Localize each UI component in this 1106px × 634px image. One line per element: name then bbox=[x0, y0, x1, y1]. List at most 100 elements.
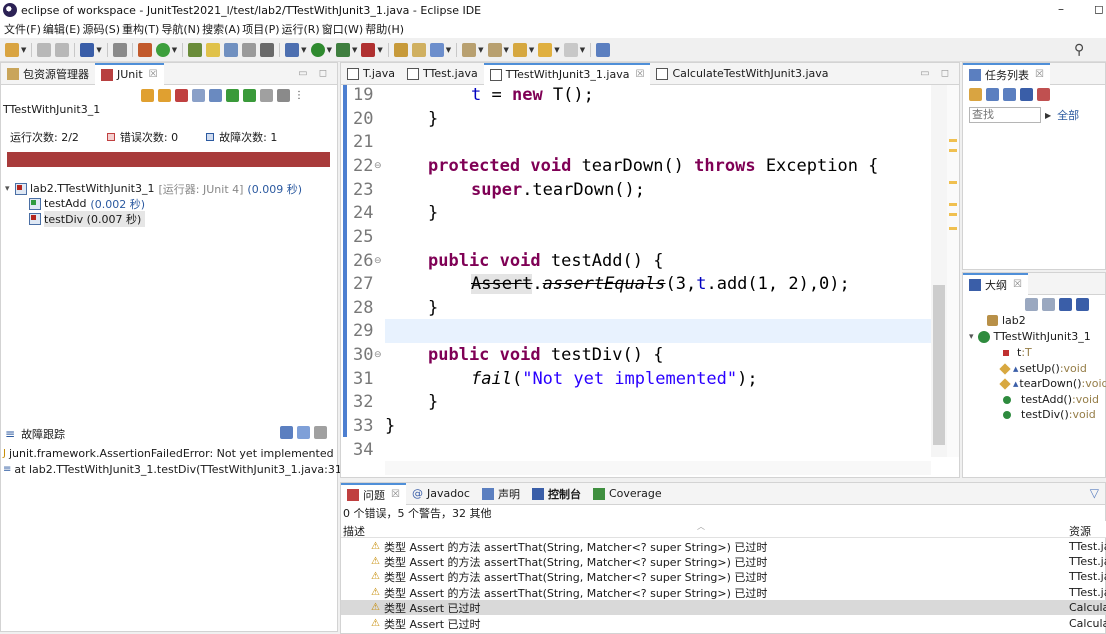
warning-marker[interactable] bbox=[949, 149, 957, 152]
hide-static-icon[interactable] bbox=[1076, 298, 1089, 311]
scroll-lock-icon[interactable] bbox=[192, 88, 205, 102]
rerun-icon[interactable] bbox=[226, 88, 239, 102]
tab-console[interactable]: 控制台 bbox=[526, 483, 587, 505]
highlight-icon[interactable] bbox=[206, 42, 221, 57]
save-all-icon[interactable] bbox=[55, 42, 70, 57]
filter-stack-icon[interactable] bbox=[297, 426, 310, 439]
terminal-icon[interactable] bbox=[80, 42, 95, 57]
prev-annotation-icon[interactable] bbox=[487, 42, 502, 57]
rerun-failed-icon[interactable] bbox=[243, 88, 256, 102]
package-icon[interactable] bbox=[137, 42, 152, 57]
layout-icon[interactable] bbox=[277, 88, 290, 102]
tab-coverage[interactable]: Coverage bbox=[587, 483, 668, 505]
tab-task-list[interactable]: 任务列表 ☒ bbox=[963, 62, 1050, 85]
minimize-button[interactable]: – bbox=[1058, 2, 1064, 16]
fold-icon[interactable]: ⊖ bbox=[374, 161, 382, 171]
save-icon[interactable] bbox=[37, 42, 52, 57]
trace-line[interactable]: J junit.framework.AssertionFailedError: … bbox=[3, 447, 334, 460]
previous-failure-icon[interactable] bbox=[158, 88, 171, 102]
close-icon[interactable]: ☒ bbox=[391, 489, 400, 500]
compare-icon[interactable] bbox=[280, 426, 293, 439]
outline-member[interactable]: testAdd() : void bbox=[1003, 393, 1099, 406]
tab-declaration[interactable]: 声明 bbox=[476, 483, 526, 505]
vertical-scrollbar[interactable] bbox=[931, 85, 947, 457]
menu-file[interactable]: 文件(F) bbox=[3, 21, 42, 37]
outline-class[interactable]: ▾ TTestWithJunit3_1 bbox=[969, 330, 1091, 343]
tab-ttestwithjunit3-1-java[interactable]: TTestWithJunit3_1.java ☒ bbox=[483, 62, 651, 85]
menu-navigate[interactable]: 导航(N) bbox=[160, 21, 201, 37]
warning-marker[interactable] bbox=[949, 139, 957, 142]
warning-marker[interactable] bbox=[949, 203, 957, 206]
problem-row[interactable]: ⚠ 类型 Assert 已过时 Calcula bbox=[341, 616, 1106, 631]
tab-package-explorer[interactable]: 包资源管理器 bbox=[1, 63, 95, 85]
problem-row[interactable]: ⚠ 类型 Assert 的方法 assertThat(String, Match… bbox=[341, 569, 1106, 584]
collapse-all-icon[interactable] bbox=[1025, 298, 1038, 311]
open-type-icon[interactable] bbox=[155, 42, 170, 57]
sort-icon[interactable] bbox=[1042, 298, 1055, 311]
run-icon[interactable] bbox=[310, 42, 325, 57]
chevron-down-icon[interactable]: ▾ bbox=[969, 332, 974, 342]
menu-help[interactable]: 帮助(H) bbox=[364, 21, 405, 37]
outline-package[interactable]: lab2 bbox=[987, 314, 1026, 327]
tab-calculatetestwithjunit3-java[interactable]: CalculateTestWithJunit3.java bbox=[650, 63, 834, 85]
close-icon[interactable]: ☒ bbox=[149, 69, 158, 80]
close-icon[interactable]: ☒ bbox=[635, 69, 644, 80]
restore-button[interactable]: ◻ bbox=[1094, 2, 1104, 16]
open-folder-icon[interactable] bbox=[393, 42, 408, 57]
menu-window[interactable]: 窗口(W) bbox=[321, 21, 364, 37]
chevron-down-icon[interactable]: ▾ bbox=[5, 184, 15, 194]
outline-member[interactable]: t : T bbox=[1003, 346, 1032, 359]
coverage-icon[interactable] bbox=[335, 42, 350, 57]
scrollbar-thumb[interactable] bbox=[933, 285, 945, 445]
show-failures-only-icon[interactable] bbox=[175, 88, 188, 102]
outline-member[interactable]: ▲ setUp() : void bbox=[999, 362, 1087, 375]
tab-javadoc[interactable]: @ Javadoc bbox=[406, 483, 476, 505]
pin-editor-icon[interactable] bbox=[596, 42, 611, 57]
menu-refactor[interactable]: 重构(T) bbox=[121, 21, 160, 37]
menu-run[interactable]: 运行(R) bbox=[281, 21, 321, 37]
tree-row-testadd[interactable]: testAdd (0.002 秒) bbox=[5, 196, 302, 211]
problem-row[interactable]: ⚠ 类型 Assert 已过时 Calcula bbox=[341, 600, 1106, 615]
warning-marker[interactable] bbox=[949, 227, 957, 230]
code-text-area[interactable]: t = new T(); } protected void tearDown()… bbox=[385, 85, 931, 457]
column-description[interactable]: 描述 bbox=[343, 523, 365, 539]
marker-icon[interactable] bbox=[188, 42, 203, 57]
warning-marker[interactable] bbox=[949, 213, 957, 216]
history-icon[interactable] bbox=[209, 88, 222, 102]
edit-icon[interactable] bbox=[411, 42, 426, 57]
filter-icon[interactable]: ▽ bbox=[1090, 486, 1099, 500]
warning-marker[interactable] bbox=[949, 181, 957, 184]
debug-icon[interactable] bbox=[285, 42, 300, 57]
forward-icon[interactable] bbox=[563, 42, 578, 57]
focus-icon[interactable] bbox=[1020, 88, 1033, 101]
tab-problems[interactable]: 问题 ☒ bbox=[341, 482, 406, 505]
view-menu-icon[interactable]: ⋮ bbox=[294, 90, 304, 101]
search-icon[interactable]: ⚲ bbox=[1074, 42, 1084, 58]
outline-member[interactable]: ▲ tearDown() : void bbox=[999, 377, 1106, 390]
tab-ttest-java[interactable]: TTest.java bbox=[401, 63, 484, 85]
hide-fields-icon[interactable] bbox=[1059, 298, 1072, 311]
outline-member[interactable]: testDiv() : void bbox=[1003, 408, 1096, 421]
menu-source[interactable]: 源码(S) bbox=[81, 21, 121, 37]
close-icon[interactable]: ☒ bbox=[1013, 279, 1022, 290]
toggle-icon[interactable] bbox=[224, 42, 239, 57]
copy-trace-icon[interactable] bbox=[314, 426, 327, 439]
task-search-input[interactable] bbox=[969, 107, 1041, 123]
tab-junit[interactable]: JUnit ☒ bbox=[95, 62, 164, 85]
annotation-icon[interactable] bbox=[429, 42, 444, 57]
fold-icon[interactable]: ⊖ bbox=[374, 350, 382, 360]
fold-icon[interactable]: ⊖ bbox=[374, 256, 382, 266]
last-edit-icon[interactable] bbox=[512, 42, 527, 57]
filter-icon[interactable] bbox=[1003, 88, 1016, 101]
problem-row[interactable]: ⚠ 类型 Assert 的方法 assertThat(String, Match… bbox=[341, 539, 1106, 554]
tree-row-testdiv[interactable]: testDiv (0.007 秒) bbox=[5, 210, 302, 227]
new-icon[interactable] bbox=[5, 42, 19, 57]
problem-row[interactable]: ⚠ 类型 Assert 的方法 assertThat(String, Match… bbox=[341, 585, 1106, 600]
tab-outline[interactable]: 大纲 ☒ bbox=[963, 272, 1028, 295]
menu-project[interactable]: 项目(P) bbox=[241, 21, 280, 37]
block-icon[interactable] bbox=[242, 42, 257, 57]
all-link[interactable]: 全部 bbox=[1057, 107, 1079, 123]
categorize-icon[interactable] bbox=[986, 88, 999, 101]
minimize-maximize-icon[interactable]: ▭ ◻ bbox=[298, 68, 331, 79]
next-failure-icon[interactable] bbox=[141, 88, 154, 102]
